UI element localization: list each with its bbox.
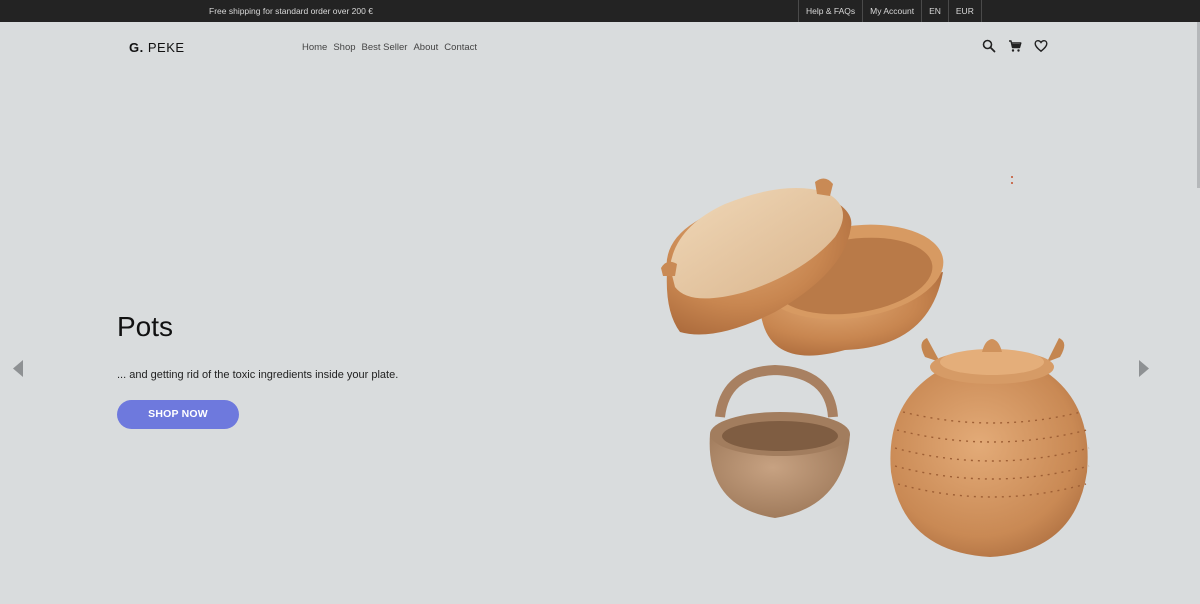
hero-subtitle: ... and getting rid of the toxic ingredi… — [117, 369, 399, 381]
nav-shop[interactable]: Shop — [333, 42, 355, 53]
hero-title: Pots — [117, 311, 174, 342]
my-account-link[interactable]: My Account — [862, 0, 921, 22]
top-bar: Free shipping for standard order over 20… — [0, 0, 1200, 22]
shop-now-button[interactable]: SHOP NOW — [117, 400, 239, 429]
shipping-promo: Free shipping for standard order over 20… — [209, 6, 373, 16]
top-links: Help & FAQs My Account EN EUR — [798, 0, 982, 22]
cart-icon[interactable] — [1008, 39, 1022, 53]
large-jar — [890, 338, 1090, 557]
prev-slide-arrow[interactable] — [13, 360, 23, 377]
nav-best-seller[interactable]: Best Seller — [362, 42, 408, 53]
basket-pot — [709, 364, 850, 518]
header-icons — [982, 39, 1048, 53]
next-slide-arrow[interactable] — [1139, 360, 1149, 377]
pottery-image — [661, 178, 1090, 557]
heart-icon[interactable] — [1034, 39, 1048, 53]
currency-selector[interactable]: EUR — [947, 0, 982, 22]
search-icon[interactable] — [982, 39, 996, 53]
logo-text: PEKE — [147, 40, 185, 55]
main-nav: Home Shop Best Seller About Contact — [302, 42, 477, 53]
help-faqs-link[interactable]: Help & FAQs — [798, 0, 862, 22]
logo-mark: G. — [129, 40, 144, 55]
nav-contact[interactable]: Contact — [444, 42, 477, 53]
site-logo[interactable]: G. PEKE — [129, 40, 185, 55]
nav-home[interactable]: Home — [302, 42, 327, 53]
nav-about[interactable]: About — [413, 42, 438, 53]
language-selector[interactable]: EN — [921, 0, 948, 22]
